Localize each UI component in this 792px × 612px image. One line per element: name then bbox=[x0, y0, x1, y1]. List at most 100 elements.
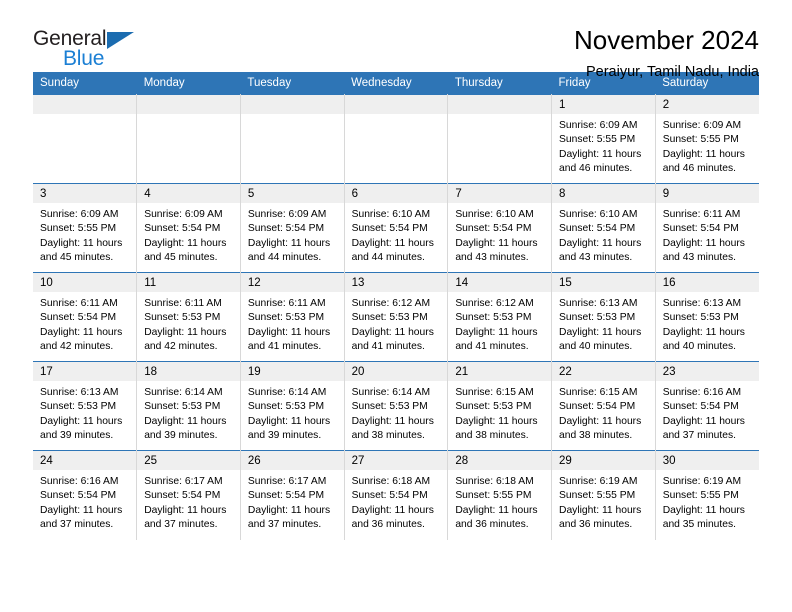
sunset-time: Sunset: 5:54 PM bbox=[351, 223, 428, 235]
daylight-duration-line1: Daylight: 11 hours bbox=[144, 415, 227, 427]
calendar-day-cell[interactable]: 20 Sunrise: 6:14 AM Sunset: 5:53 PM Dayligh… bbox=[344, 361, 449, 451]
calendar-day-cell[interactable]: 7 Sunrise: 6:10 AM Sunset: 5:54 PM Daylight… bbox=[447, 183, 553, 273]
sunset-time: Sunset: 5:55 PM bbox=[40, 223, 117, 235]
day-details: Sunrise: 6:15 AM Sunset: 5:53 PM Daylight:… bbox=[448, 381, 551, 443]
day-details: Sunrise: 6:09 AM Sunset: 5:55 PM Daylight:… bbox=[656, 114, 759, 176]
calendar-day-cell[interactable]: 3 Sunrise: 6:09 AM Sunset: 5:55 PM Daylight… bbox=[33, 183, 138, 273]
day-number: 28 bbox=[448, 451, 552, 470]
calendar-day-cell[interactable]: 12 Sunrise: 6:11 AM Sunset: 5:53 PM Dayligh… bbox=[240, 272, 345, 362]
sunrise-time: Sunrise: 6:13 AM bbox=[662, 298, 742, 309]
calendar-day-cell[interactable]: 9 Sunrise: 6:11 AM Sunset: 5:54 PM Daylight… bbox=[655, 183, 759, 273]
daylight-duration-line2: and 46 minutes. bbox=[559, 162, 633, 174]
daylight-duration-line2: and 41 minutes. bbox=[247, 340, 322, 352]
day-number: 8 bbox=[552, 184, 655, 203]
day-details: Sunrise: 6:10 AM Sunset: 5:54 PM Daylight:… bbox=[552, 203, 655, 265]
calendar-day-cell[interactable]: 29 Sunrise: 6:19 AM Sunset: 5:55 PM Dayligh… bbox=[551, 450, 656, 540]
daylight-duration-line2: and 41 minutes. bbox=[455, 340, 529, 352]
daylight-duration-line2: and 43 minutes. bbox=[662, 251, 736, 263]
daylight-duration-line1: Daylight: 11 hours bbox=[40, 415, 123, 427]
daylight-duration-line2: and 36 minutes. bbox=[351, 518, 425, 530]
calendar-day-cell[interactable]: 25 Sunrise: 6:17 AM Sunset: 5:54 PM Dayligh… bbox=[136, 450, 241, 540]
calendar-day-cell[interactable]: 27 Sunrise: 6:18 AM Sunset: 5:54 PM Dayligh… bbox=[344, 450, 449, 540]
day-number: 19 bbox=[240, 362, 344, 381]
day-details: Sunrise: 6:10 AM Sunset: 5:54 PM Daylight:… bbox=[345, 203, 448, 265]
sunset-time: Sunset: 5:53 PM bbox=[351, 401, 428, 413]
sunrise-time: Sunrise: 6:11 AM bbox=[247, 298, 326, 309]
day-number: 15 bbox=[552, 273, 655, 292]
calendar-page: General Blue November 2024 Peraiyur, Tam… bbox=[0, 0, 792, 612]
calendar-day-cell[interactable]: 22 Sunrise: 6:15 AM Sunset: 5:54 PM Dayligh… bbox=[551, 361, 656, 451]
day-number: 5 bbox=[240, 184, 344, 203]
day-number: 18 bbox=[137, 362, 240, 381]
day-number: 20 bbox=[344, 362, 448, 381]
sunrise-time: Sunrise: 6:17 AM bbox=[144, 476, 223, 487]
sunrise-time: Sunrise: 6:19 AM bbox=[662, 476, 742, 487]
day-number: 25 bbox=[137, 451, 240, 470]
day-number bbox=[448, 95, 552, 114]
calendar-day-cell[interactable]: 11 Sunrise: 6:11 AM Sunset: 5:53 PM Dayligh… bbox=[136, 272, 241, 362]
weekday-header-thursday: Thursday bbox=[447, 72, 552, 95]
sunset-time: Sunset: 5:53 PM bbox=[455, 401, 532, 413]
daylight-duration-line2: and 37 minutes. bbox=[40, 518, 114, 530]
calendar-day-cell[interactable]: 16 Sunrise: 6:13 AM Sunset: 5:53 PM Dayligh… bbox=[655, 272, 759, 362]
daylight-duration-line2: and 37 minutes. bbox=[144, 518, 218, 530]
sunset-time: Sunset: 5:54 PM bbox=[559, 223, 636, 235]
calendar-day-cell[interactable]: 24 Sunrise: 6:16 AM Sunset: 5:54 PM Dayligh… bbox=[33, 450, 138, 540]
calendar-day-cell[interactable]: 19 Sunrise: 6:14 AM Sunset: 5:53 PM Dayligh… bbox=[240, 361, 345, 451]
page-title: November 2024 bbox=[574, 25, 759, 55]
daylight-duration-line2: and 37 minutes. bbox=[662, 429, 736, 441]
daylight-duration-line2: and 40 minutes. bbox=[559, 340, 633, 352]
daylight-duration-line1: Daylight: 11 hours bbox=[40, 326, 123, 338]
day-details: Sunrise: 6:19 AM Sunset: 5:55 PM Daylight:… bbox=[656, 470, 759, 532]
day-number: 6 bbox=[344, 184, 448, 203]
sunrise-time: Sunrise: 6:15 AM bbox=[455, 387, 534, 398]
day-number: 24 bbox=[33, 451, 137, 470]
calendar-day-cell[interactable]: 4 Sunrise: 6:09 AM Sunset: 5:54 PM Daylight… bbox=[136, 183, 241, 273]
sunset-time: Sunset: 5:54 PM bbox=[247, 223, 325, 235]
calendar-day-cell[interactable]: 28 Sunrise: 6:18 AM Sunset: 5:55 PM Dayligh… bbox=[447, 450, 553, 540]
calendar-day-cell[interactable]: 17 Sunrise: 6:13 AM Sunset: 5:53 PM Dayligh… bbox=[33, 361, 138, 451]
calendar-week-row: 17 Sunrise: 6:13 AM Sunset: 5:53 PM Dayligh… bbox=[33, 361, 759, 451]
sunset-time: Sunset: 5:53 PM bbox=[351, 312, 428, 324]
day-details: Sunrise: 6:17 AM Sunset: 5:54 PM Daylight:… bbox=[241, 470, 344, 532]
day-number: 23 bbox=[655, 362, 759, 381]
calendar-day-cell[interactable]: 2 Sunrise: 6:09 AM Sunset: 5:55 PM Daylight… bbox=[655, 94, 759, 184]
calendar-day-cell[interactable]: 18 Sunrise: 6:14 AM Sunset: 5:53 PM Dayligh… bbox=[136, 361, 241, 451]
calendar-day-cell[interactable]: 30 Sunrise: 6:19 AM Sunset: 5:55 PM Dayligh… bbox=[655, 450, 759, 540]
daylight-duration-line2: and 40 minutes. bbox=[662, 340, 736, 352]
daylight-duration-line1: Daylight: 11 hours bbox=[662, 504, 745, 516]
daylight-duration-line1: Daylight: 11 hours bbox=[559, 237, 642, 249]
day-details: Sunrise: 6:09 AM Sunset: 5:54 PM Daylight:… bbox=[241, 203, 344, 265]
sunset-time: Sunset: 5:54 PM bbox=[144, 490, 221, 502]
daylight-duration-line2: and 41 minutes. bbox=[351, 340, 425, 352]
day-number: 10 bbox=[33, 273, 137, 292]
day-number bbox=[137, 95, 240, 114]
calendar-body: 1 Sunrise: 6:09 AM Sunset: 5:55 PM Daylight… bbox=[33, 94, 759, 540]
day-details: Sunrise: 6:14 AM Sunset: 5:53 PM Daylight:… bbox=[137, 381, 240, 443]
daylight-duration-line2: and 38 minutes. bbox=[455, 429, 529, 441]
calendar-day-cell[interactable]: 8 Sunrise: 6:10 AM Sunset: 5:54 PM Daylight… bbox=[551, 183, 656, 273]
daylight-duration-line1: Daylight: 11 hours bbox=[662, 237, 745, 249]
weekday-header-sunday: Sunday bbox=[33, 72, 137, 95]
calendar-day-cell[interactable]: 15 Sunrise: 6:13 AM Sunset: 5:53 PM Dayligh… bbox=[551, 272, 656, 362]
calendar-day-cell[interactable]: 13 Sunrise: 6:12 AM Sunset: 5:53 PM Dayligh… bbox=[344, 272, 449, 362]
day-number: 30 bbox=[655, 451, 759, 470]
sunset-time: Sunset: 5:54 PM bbox=[559, 401, 636, 413]
day-details: Sunrise: 6:19 AM Sunset: 5:55 PM Daylight:… bbox=[552, 470, 655, 532]
calendar-day-cell[interactable]: 26 Sunrise: 6:17 AM Sunset: 5:54 PM Dayligh… bbox=[240, 450, 345, 540]
sunrise-time: Sunrise: 6:09 AM bbox=[662, 120, 742, 131]
calendar-day-cell[interactable]: 6 Sunrise: 6:10 AM Sunset: 5:54 PM Daylight… bbox=[344, 183, 449, 273]
calendar-day-cell[interactable]: 21 Sunrise: 6:15 AM Sunset: 5:53 PM Dayligh… bbox=[447, 361, 553, 451]
calendar-day-cell[interactable]: 1 Sunrise: 6:09 AM Sunset: 5:55 PM Daylight… bbox=[551, 94, 656, 184]
daylight-duration-line2: and 39 minutes. bbox=[247, 429, 322, 441]
calendar-day-cell[interactable]: 14 Sunrise: 6:12 AM Sunset: 5:53 PM Dayligh… bbox=[447, 272, 553, 362]
sunrise-time: Sunrise: 6:13 AM bbox=[559, 298, 638, 309]
day-details: Sunrise: 6:12 AM Sunset: 5:53 PM Daylight:… bbox=[345, 292, 448, 354]
daylight-duration-line1: Daylight: 11 hours bbox=[559, 326, 642, 338]
calendar-day-cell[interactable]: 5 Sunrise: 6:09 AM Sunset: 5:54 PM Daylight… bbox=[240, 183, 345, 273]
general-blue-logo[interactable]: General Blue bbox=[33, 26, 143, 72]
page-header: General Blue November 2024 Peraiyur, Tam… bbox=[33, 0, 759, 80]
sunrise-time: Sunrise: 6:11 AM bbox=[40, 298, 118, 309]
calendar-day-cell[interactable]: 10 Sunrise: 6:11 AM Sunset: 5:54 PM Dayligh… bbox=[33, 272, 138, 362]
calendar-day-cell[interactable]: 23 Sunrise: 6:16 AM Sunset: 5:54 PM Dayligh… bbox=[655, 361, 759, 451]
